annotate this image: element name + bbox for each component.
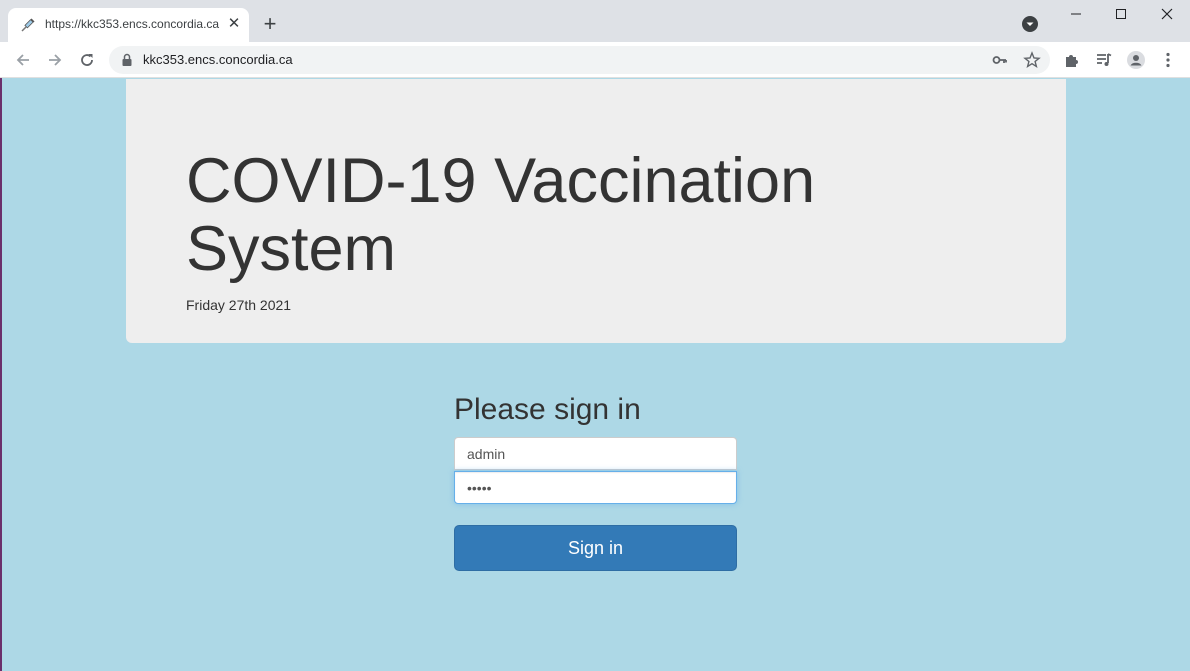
sign-in-button[interactable]: Sign in	[454, 525, 737, 571]
username-field[interactable]	[454, 437, 737, 470]
lock-icon[interactable]	[121, 53, 133, 67]
maximize-icon[interactable]	[1110, 4, 1132, 24]
kebab-menu-icon[interactable]	[1159, 51, 1177, 69]
media-icon[interactable]	[1095, 51, 1113, 69]
url-text[interactable]: kkc353.encs.concordia.ca	[143, 52, 293, 67]
minimize-icon[interactable]	[1065, 4, 1087, 24]
puzzle-icon[interactable]	[1063, 51, 1081, 69]
window-close-icon[interactable]	[1156, 4, 1178, 24]
browser-tab[interactable]: https://kkc353.encs.concordia.ca ✕	[8, 8, 249, 42]
signin-form: Please sign in Sign in	[454, 392, 737, 571]
plus-icon[interactable]: +	[260, 13, 280, 35]
close-icon[interactable]: ✕	[226, 16, 242, 32]
browser-tab-strip: https://kkc353.encs.concordia.ca ✕ +	[0, 0, 1190, 42]
address-bar[interactable]: kkc353.encs.concordia.ca	[109, 46, 1050, 74]
profile-icon[interactable]	[1127, 51, 1145, 69]
tab-title: https://kkc353.encs.concordia.ca	[45, 17, 220, 31]
syringe-icon	[20, 17, 36, 33]
password-field[interactable]	[454, 471, 737, 504]
chevron-down-circle-icon[interactable]	[1022, 16, 1038, 32]
browser-toolbar: kkc353.encs.concordia.ca	[0, 42, 1190, 78]
page-date: Friday 27th 2021	[186, 297, 292, 313]
back-arrow-icon[interactable]	[13, 50, 33, 70]
signin-heading: Please sign in	[454, 393, 641, 426]
key-icon[interactable]	[991, 51, 1009, 69]
reload-icon[interactable]	[77, 50, 97, 70]
header-jumbotron: COVID-19 Vaccination System Friday 27th …	[126, 79, 1066, 343]
page-title: COVID-19 Vaccination System	[186, 146, 816, 284]
star-icon[interactable]	[1023, 51, 1041, 69]
forward-arrow-icon[interactable]	[45, 50, 65, 70]
page-edge	[0, 78, 2, 671]
